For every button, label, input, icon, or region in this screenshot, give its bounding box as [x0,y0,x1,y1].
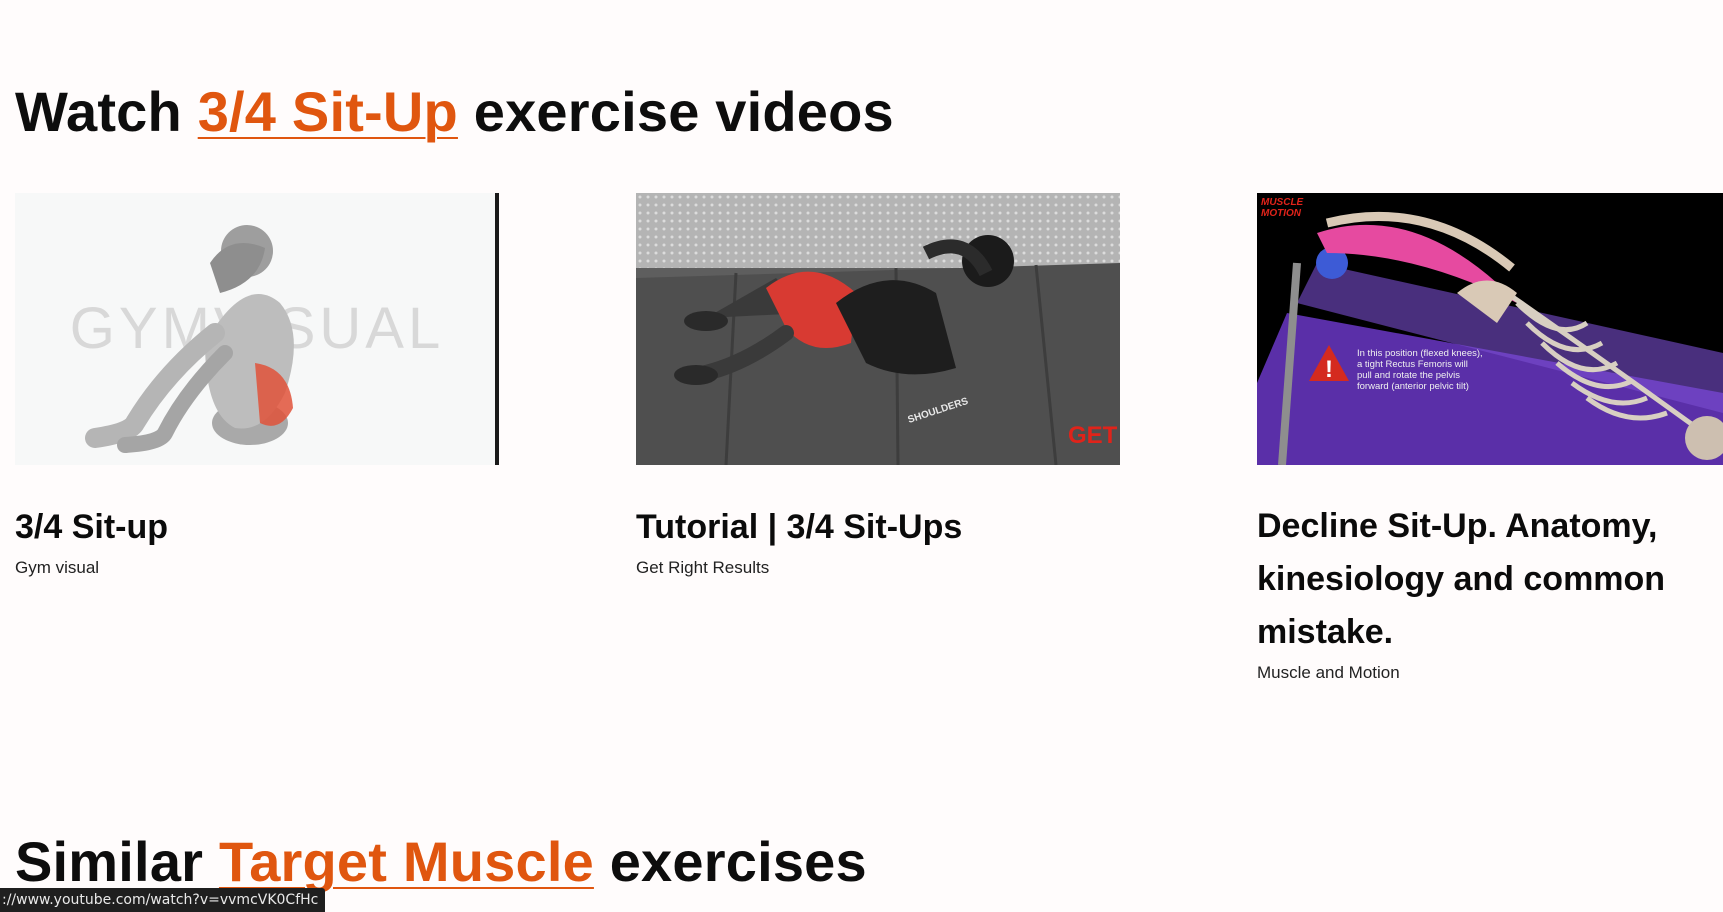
video-title[interactable]: Decline Sit-Up. Anatomy, kinesiology and… [1257,500,1723,659]
thumbnail-overlay-text: GET R [1068,422,1120,449]
similar-title-prefix: Similar [15,830,204,893]
link-status-bar: ://www.youtube.com/watch?v=vvmcVK0CfHc [0,888,326,912]
svg-text:forward (anterior pelvic tilt): forward (anterior pelvic tilt) [1357,381,1469,392]
video-channel: Muscle and Motion [1257,663,1400,682]
video-channel: Get Right Results [636,558,770,577]
video-card[interactable]: SHOULDERS GET R Tutorial | 3/4 Sit-Ups G… [636,193,1120,578]
svg-text:MUSCLE: MUSCLE [1261,197,1304,208]
videos-section-title: Watch 3/4 Sit-Up exercise videos [15,84,894,140]
videos-title-prefix: Watch [15,80,182,143]
svg-text:pull and rotate the pelvis: pull and rotate the pelvis [1357,370,1460,381]
video-title[interactable]: 3/4 Sit-up [15,501,499,554]
video-card[interactable]: GYMVISUAL 3/4 Sit-up Gym visual [15,193,499,578]
video-thumbnail[interactable]: ! In this position (flexed knees), a tig… [1257,193,1723,465]
muscle-motion-logo: MUSCLE MOTION [1261,197,1304,219]
video-thumbnail[interactable]: SHOULDERS GET R [636,193,1120,465]
videos-title-suffix: exercise videos [473,80,894,143]
svg-text:MOTION: MOTION [1261,208,1302,219]
target-muscle-link[interactable]: Target Muscle [219,830,594,893]
video-thumbnail[interactable]: GYMVISUAL [15,193,499,465]
video-title[interactable]: Tutorial | 3/4 Sit-Ups [636,501,1120,554]
exercise-name-link[interactable]: 3/4 Sit-Up [198,80,458,143]
svg-text:In this position (flexed knees: In this position (flexed knees), [1357,348,1483,359]
svg-text:!: ! [1325,356,1333,383]
video-card[interactable]: ! In this position (flexed knees), a tig… [1257,193,1723,683]
svg-text:a tight Rectus Femoris will: a tight Rectus Femoris will [1357,359,1468,370]
similar-section-title: Similar Target Muscle exercises [15,834,867,890]
similar-title-suffix: exercises [609,830,867,893]
video-channel: Gym visual [15,558,100,577]
